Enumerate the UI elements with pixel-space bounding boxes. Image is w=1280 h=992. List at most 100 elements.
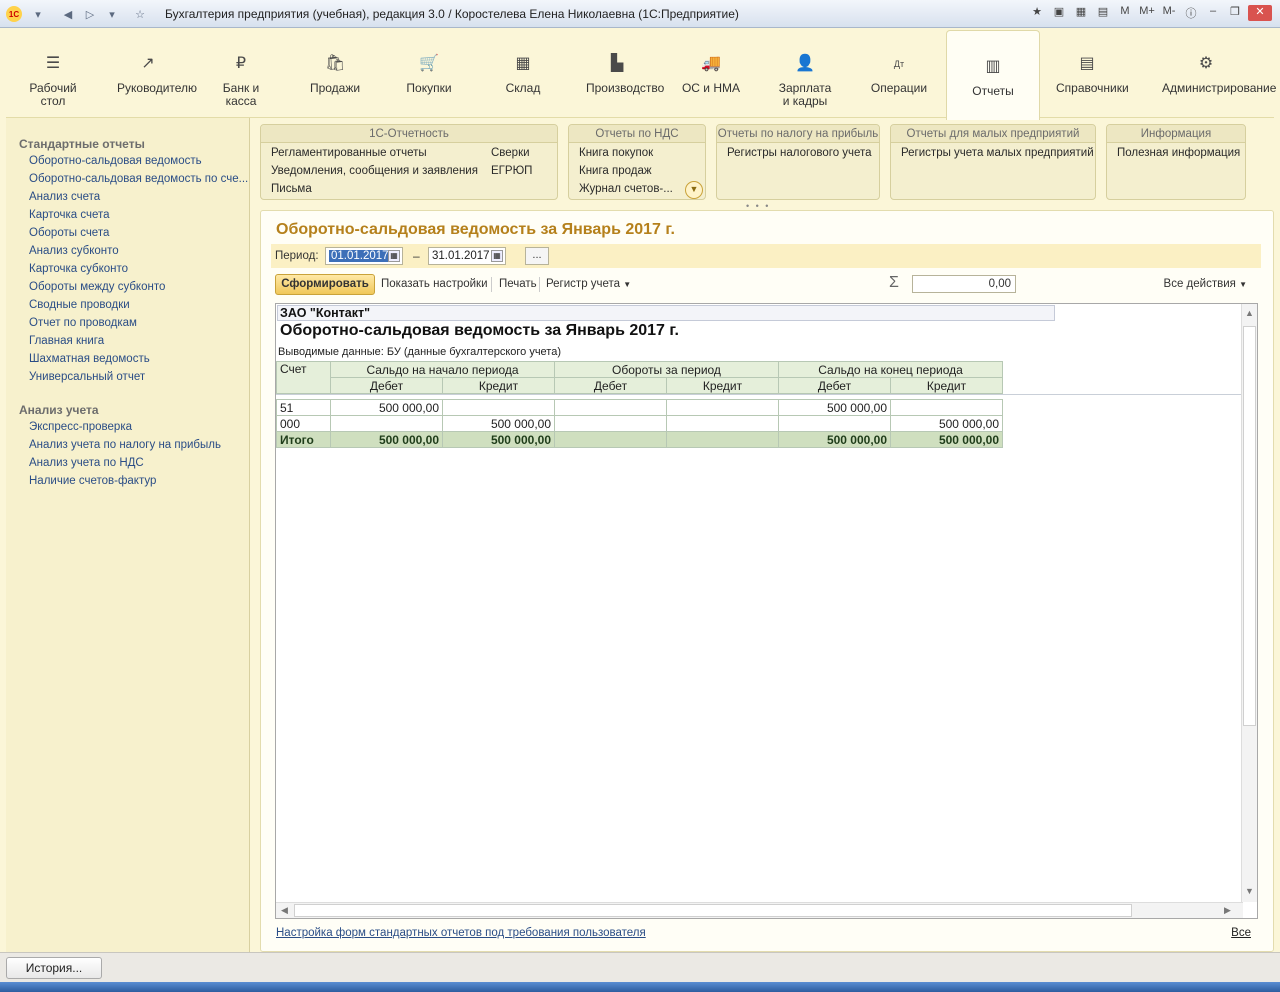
- section-cart[interactable]: 🛒 Покупки: [382, 28, 476, 118]
- link-invoice-journal[interactable]: Журнал счетов-...: [579, 183, 673, 195]
- header-opening-balance[interactable]: Сальдо на начало периода: [330, 361, 555, 378]
- cell-turnover-debit[interactable]: [554, 415, 667, 432]
- link-egryup[interactable]: ЕГРЮП: [491, 165, 532, 177]
- memory-minus-button[interactable]: M-: [1160, 5, 1178, 21]
- horizontal-scrollbar[interactable]: ◀ ▶: [276, 902, 1243, 918]
- scroll-up-icon[interactable]: ▲: [1245, 308, 1254, 318]
- header-account[interactable]: Счет: [276, 361, 331, 394]
- forward-arrow-icon[interactable]: ▷: [82, 6, 98, 22]
- app-logo-icon[interactable]: 1С: [6, 6, 22, 22]
- nav-analysis-link[interactable]: Наличие счетов-фактур: [29, 475, 156, 487]
- header-debit[interactable]: Дебет: [778, 377, 891, 394]
- table-row[interactable]: 000 500 000,00 500 000,00: [276, 415, 1003, 432]
- section-truck[interactable]: 🚚 ОС и НМА: [664, 28, 758, 118]
- print-button[interactable]: Печать: [499, 278, 537, 290]
- favorites-icon[interactable]: ★: [1028, 5, 1046, 21]
- header-turnover[interactable]: Обороты за период: [554, 361, 779, 378]
- cell-account[interactable]: 51: [276, 399, 331, 416]
- show-settings-button[interactable]: Показать настройки: [381, 278, 488, 290]
- main-menu-icon[interactable]: ▾: [30, 6, 46, 22]
- scroll-thumb[interactable]: [294, 904, 1132, 917]
- calculator-icon[interactable]: ▦: [1072, 5, 1090, 21]
- link-letters[interactable]: Письма: [271, 183, 312, 195]
- header-credit[interactable]: Кредит: [442, 377, 555, 394]
- cell-closing-debit[interactable]: 500 000,00: [778, 399, 891, 416]
- scroll-thumb[interactable]: [1243, 326, 1256, 726]
- nav-report-link[interactable]: Карточка счета: [29, 209, 110, 221]
- scroll-right-icon[interactable]: ▶: [1224, 905, 1231, 916]
- favorite-star-icon[interactable]: ☆: [132, 6, 148, 22]
- register-button[interactable]: Регистр учета ▼: [546, 278, 631, 290]
- nav-report-link[interactable]: Анализ субконто: [29, 245, 119, 257]
- nav-report-link[interactable]: Отчет по проводкам: [29, 317, 137, 329]
- nav-analysis-link[interactable]: Анализ учета по НДС: [29, 457, 144, 469]
- expand-group-icon[interactable]: ▼: [685, 181, 703, 199]
- link-regulated-reports[interactable]: Регламентированные отчеты: [271, 147, 427, 159]
- section-grid[interactable]: ▦ Склад: [476, 28, 570, 118]
- nav-analysis-link[interactable]: Анализ учета по налогу на прибыль: [29, 439, 221, 451]
- section-books[interactable]: ▤ Справочники: [1040, 28, 1134, 118]
- nav-report-link[interactable]: Карточка субконто: [29, 263, 128, 275]
- link-sales-book[interactable]: Книга продаж: [579, 165, 652, 177]
- link-reconciliations[interactable]: Сверки: [491, 147, 530, 159]
- cell-closing-credit[interactable]: 500 000,00: [890, 415, 1003, 432]
- header-debit[interactable]: Дебет: [554, 377, 667, 394]
- maximize-icon[interactable]: ❐: [1226, 5, 1244, 21]
- nav-report-link[interactable]: Оборотно-сальдовая ведомость: [29, 155, 202, 167]
- cell-total-label[interactable]: Итого: [276, 431, 331, 448]
- link-small-business-registers[interactable]: Регистры учета малых предприятий: [901, 147, 1094, 159]
- section-bar-chart[interactable]: ▥ Отчеты: [946, 30, 1040, 120]
- cell-closing-debit[interactable]: [778, 415, 891, 432]
- cell-total-turnover-debit[interactable]: [554, 431, 667, 448]
- header-credit[interactable]: Кредит: [666, 377, 779, 394]
- history-dropdown-icon[interactable]: ▾: [104, 6, 120, 22]
- total-row[interactable]: Итого 500 000,00 500 000,00 500 000,00 5…: [276, 431, 1003, 448]
- period-select-button[interactable]: ...: [525, 247, 549, 265]
- cell-opening-debit[interactable]: [330, 415, 443, 432]
- cell-turnover-credit[interactable]: [666, 415, 779, 432]
- sum-field[interactable]: 0,00: [912, 275, 1016, 293]
- cell-opening-credit[interactable]: 500 000,00: [442, 415, 555, 432]
- cell-account[interactable]: 000: [276, 415, 331, 432]
- nav-report-link[interactable]: Обороты счета: [29, 227, 109, 239]
- cell-closing-credit[interactable]: [890, 399, 1003, 416]
- history-button[interactable]: История...: [6, 957, 102, 979]
- section-person[interactable]: 👤 Зарплата и кадры: [758, 28, 852, 118]
- table-row[interactable]: 51 500 000,00 500 000,00: [276, 399, 1003, 416]
- back-arrow-icon[interactable]: ◀: [60, 6, 76, 22]
- cell-total-closing-credit[interactable]: 500 000,00: [890, 431, 1003, 448]
- header-closing-balance[interactable]: Сальдо на конец периода: [778, 361, 1003, 378]
- cell-total-opening-debit[interactable]: 500 000,00: [330, 431, 443, 448]
- calendar-icon[interactable]: ▦: [491, 250, 503, 262]
- header-credit[interactable]: Кредит: [890, 377, 1003, 394]
- nav-report-link[interactable]: Анализ счета: [29, 191, 100, 203]
- all-link[interactable]: Все: [1231, 927, 1251, 939]
- all-actions-menu[interactable]: Все действия ▼: [1164, 278, 1247, 290]
- configure-forms-link[interactable]: Настройка форм стандартных отчетов под т…: [276, 927, 646, 939]
- scroll-left-icon[interactable]: ◀: [281, 905, 288, 916]
- cell-opening-debit[interactable]: 500 000,00: [330, 399, 443, 416]
- date-to-field[interactable]: 31.01.2017 ▦: [428, 247, 506, 265]
- nav-report-link[interactable]: Главная книга: [29, 335, 104, 347]
- cell-turnover-credit[interactable]: [666, 399, 779, 416]
- cell-total-opening-credit[interactable]: 500 000,00: [442, 431, 555, 448]
- section-bag[interactable]: 🛍 Продажи: [288, 28, 382, 118]
- header-debit[interactable]: Дебет: [330, 377, 443, 394]
- info-icon[interactable]: ⓘ: [1182, 5, 1200, 21]
- memory-plus-button[interactable]: M+: [1138, 5, 1156, 21]
- nav-report-link[interactable]: Обороты между субконто: [29, 281, 165, 293]
- nav-analysis-link[interactable]: Экспресс-проверка: [29, 421, 132, 433]
- close-icon[interactable]: ✕: [1248, 5, 1272, 21]
- nav-report-link[interactable]: Оборотно-сальдовая ведомость по сче...: [29, 173, 248, 185]
- cell-opening-credit[interactable]: [442, 399, 555, 416]
- nav-report-link[interactable]: Шахматная ведомость: [29, 353, 150, 365]
- spreadsheet-document[interactable]: ЗАО "Контакт" Оборотно-сальдовая ведомос…: [275, 303, 1258, 919]
- date-from-field[interactable]: 01.01.2017 ▦: [325, 247, 403, 265]
- section-trend[interactable]: ↗ Руководителю: [101, 28, 197, 118]
- section-menu[interactable]: ☰ Рабочий стол: [6, 28, 100, 118]
- calendar-icon[interactable]: ▤: [1094, 5, 1112, 21]
- section-dt-kt[interactable]: Дт Операции: [852, 28, 946, 118]
- scroll-down-icon[interactable]: ▼: [1245, 886, 1254, 896]
- section-gear[interactable]: ⚙ Администрирование: [1146, 28, 1276, 118]
- nav-report-link[interactable]: Универсальный отчет: [29, 371, 145, 383]
